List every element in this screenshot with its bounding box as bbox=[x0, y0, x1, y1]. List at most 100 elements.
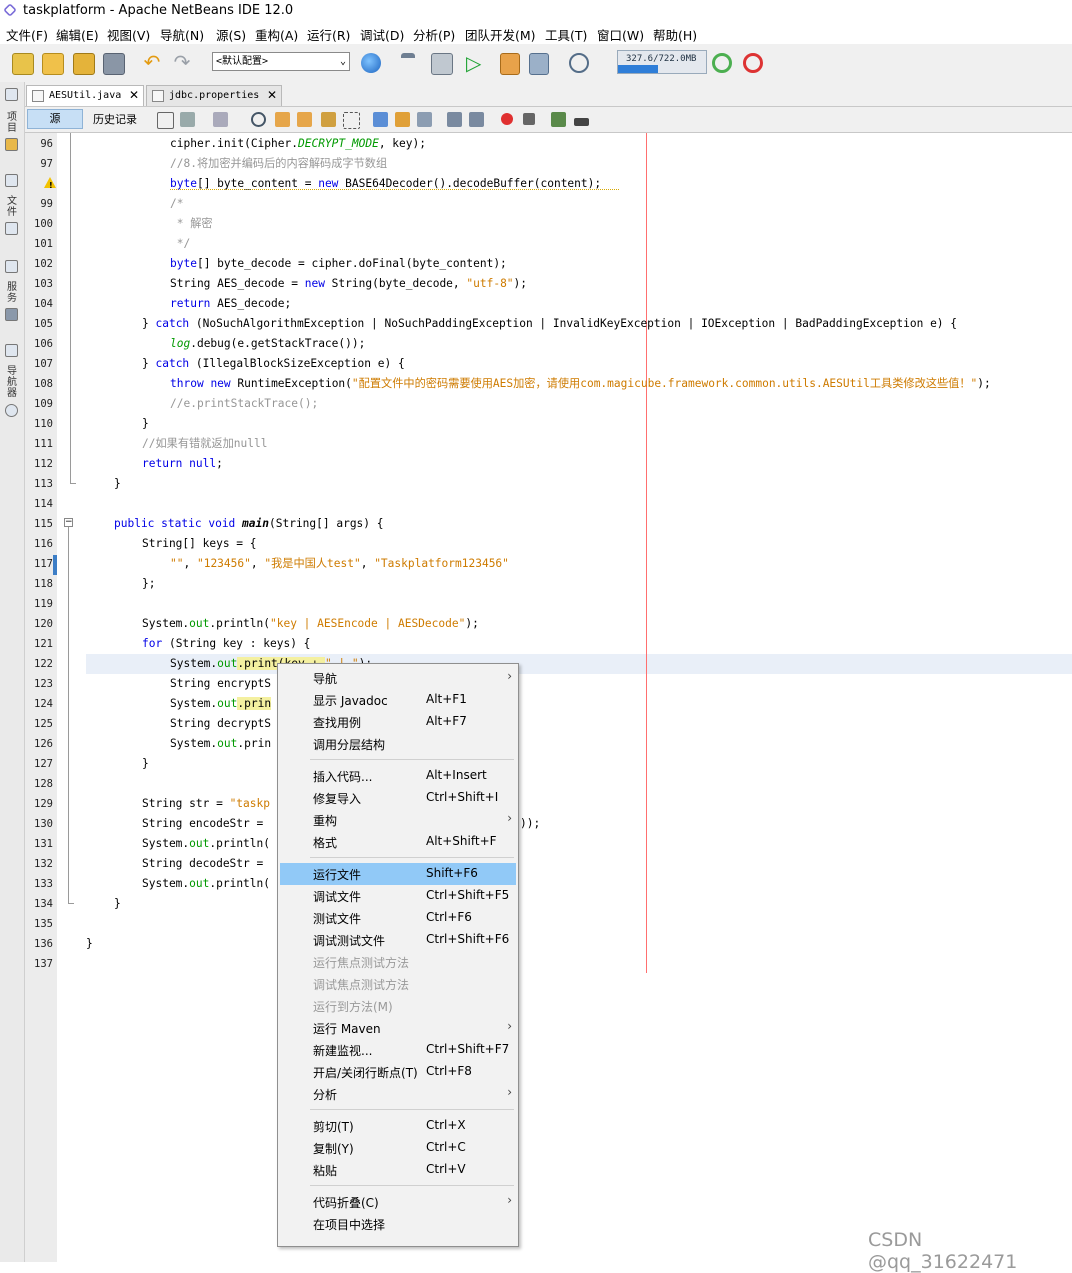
code-line-103[interactable]: String AES_decode = new String(byte_deco… bbox=[86, 274, 527, 294]
globe-icon[interactable] bbox=[361, 53, 381, 73]
line-number[interactable]: 135 bbox=[25, 914, 53, 934]
line-number[interactable]: 118 bbox=[25, 574, 53, 594]
restore-window-icon[interactable] bbox=[5, 344, 18, 357]
uncomment-icon[interactable] bbox=[574, 118, 589, 126]
gc-icon[interactable] bbox=[712, 53, 732, 73]
line-number[interactable]: 105 bbox=[25, 314, 53, 334]
back-icon[interactable] bbox=[180, 112, 195, 127]
restore-window-icon[interactable] bbox=[5, 174, 18, 187]
context-menu-item[interactable]: 调用分层结构 bbox=[280, 733, 516, 755]
next-bookmark-icon[interactable] bbox=[395, 112, 410, 127]
menu-tools[interactable]: 工具(T) bbox=[545, 25, 587, 44]
context-menu-item[interactable]: 调试测试文件 Ctrl+Shift+F6 bbox=[280, 929, 516, 951]
menu-profile[interactable]: 分析(P) bbox=[413, 25, 455, 44]
restore-window-icon[interactable] bbox=[5, 260, 18, 273]
line-number[interactable]: 129 bbox=[25, 794, 53, 814]
line-number[interactable]: 97 bbox=[25, 154, 53, 174]
code-line-121[interactable]: for (String key : keys) { bbox=[86, 634, 310, 654]
redo-icon[interactable]: ↷ bbox=[172, 52, 192, 73]
files-icon[interactable] bbox=[5, 222, 18, 235]
rect-select-icon[interactable] bbox=[343, 112, 360, 129]
line-number[interactable]: 130 bbox=[25, 814, 53, 834]
menu-refactor[interactable]: 重构(A) bbox=[255, 25, 298, 44]
line-number[interactable]: 114 bbox=[25, 494, 53, 514]
menu-navigate[interactable]: 导航(N) bbox=[160, 25, 204, 44]
code-line-107[interactable]: } catch (IllegalBlockSizeException e) { bbox=[86, 354, 405, 374]
line-number[interactable]: 122 bbox=[25, 654, 53, 674]
profile-icon[interactable] bbox=[569, 53, 589, 73]
line-number[interactable]: 111 bbox=[25, 434, 53, 454]
find-icon[interactable] bbox=[251, 112, 266, 127]
context-menu-item[interactable]: 在项目中选择 bbox=[280, 1213, 516, 1235]
services-icon[interactable] bbox=[5, 308, 18, 321]
tab-jdbc-properties[interactable]: jdbc.properties ✕ bbox=[146, 85, 282, 106]
context-menu-item[interactable]: 运行 Maven › bbox=[280, 1017, 516, 1039]
context-menu-item[interactable]: 分析 › bbox=[280, 1083, 516, 1105]
code-line-125[interactable]: String decryptS bbox=[86, 714, 271, 734]
sidebar-item-files[interactable]: 文件 bbox=[4, 196, 20, 218]
close-icon[interactable]: ✕ bbox=[267, 86, 277, 105]
find-next-icon[interactable] bbox=[297, 112, 312, 127]
line-number[interactable]: 96 bbox=[25, 134, 53, 154]
projects-icon[interactable] bbox=[5, 138, 18, 151]
stop-profile-icon[interactable] bbox=[743, 53, 763, 73]
menu-run[interactable]: 运行(R) bbox=[307, 25, 350, 44]
context-menu-item[interactable]: 新建监视... Ctrl+Shift+F7 bbox=[280, 1039, 516, 1061]
toggle-highlight-icon[interactable] bbox=[321, 112, 336, 127]
line-number[interactable]: 119 bbox=[25, 594, 53, 614]
menu-debug[interactable]: 调试(D) bbox=[360, 25, 404, 44]
context-menu-item[interactable]: 剪切(T) Ctrl+X bbox=[280, 1115, 516, 1137]
close-icon[interactable]: ✕ bbox=[129, 86, 139, 105]
code-line-124[interactable]: System.out.prin bbox=[86, 694, 272, 714]
line-number[interactable]: 116 bbox=[25, 534, 53, 554]
code-line-123[interactable]: String encryptS bbox=[86, 674, 271, 694]
line-number[interactable]: 117 bbox=[25, 554, 53, 574]
code-line-118[interactable]: }; bbox=[86, 574, 155, 594]
code-line-112[interactable]: return null; bbox=[86, 454, 223, 474]
context-menu-item[interactable]: 粘贴 Ctrl+V bbox=[280, 1159, 516, 1181]
line-number[interactable]: 137 bbox=[25, 954, 53, 974]
tab-aesutil-java[interactable]: AESUtil.java ✕ bbox=[26, 85, 144, 106]
context-menu-item[interactable]: 开启/关闭行断点(T) Ctrl+F8 bbox=[280, 1061, 516, 1083]
code-line-113[interactable]: } bbox=[86, 474, 121, 494]
line-number[interactable]: 136 bbox=[25, 934, 53, 954]
code-line-132[interactable]: String decodeStr = bbox=[86, 854, 270, 874]
line-number[interactable]: 131 bbox=[25, 834, 53, 854]
code-line-131[interactable]: System.out.println( bbox=[86, 834, 270, 854]
context-menu-item[interactable]: 运行文件 Shift+F6 bbox=[280, 863, 516, 885]
step-icon[interactable] bbox=[529, 53, 549, 75]
code-line-130[interactable]: String encodeStr = bbox=[86, 814, 270, 834]
code-line-100[interactable]: * 解密 bbox=[86, 214, 213, 234]
code-line-130-tail[interactable]: )); bbox=[520, 814, 540, 834]
menu-source[interactable]: 源(S) bbox=[216, 25, 246, 44]
line-number[interactable]: 101 bbox=[25, 234, 53, 254]
code-line-111[interactable]: //如果有错就返加nulll bbox=[86, 434, 267, 454]
line-number[interactable]: 104 bbox=[25, 294, 53, 314]
line-number[interactable]: 125 bbox=[25, 714, 53, 734]
code-line-97[interactable]: //8.将加密并编码后的内容解码成字节数组 bbox=[86, 154, 387, 174]
navigator-icon[interactable] bbox=[5, 404, 18, 417]
code-line-102[interactable]: byte[] byte_decode = cipher.doFinal(byte… bbox=[86, 254, 507, 274]
code-line-101[interactable]: */ bbox=[86, 234, 190, 254]
code-line-108[interactable]: throw new RuntimeException("配置文件中的密码需要使用… bbox=[86, 374, 991, 394]
menu-edit[interactable]: 编辑(E) bbox=[56, 25, 99, 44]
line-number[interactable]: 110 bbox=[25, 414, 53, 434]
debug-project-icon[interactable] bbox=[500, 53, 520, 75]
line-number[interactable]: 128 bbox=[25, 774, 53, 794]
line-number[interactable]: 133 bbox=[25, 874, 53, 894]
code-line-133[interactable]: System.out.println( bbox=[86, 874, 270, 894]
context-menu-item[interactable]: 查找用例 Alt+F7 bbox=[280, 711, 516, 733]
clean-build-icon[interactable] bbox=[431, 53, 453, 75]
context-menu-item[interactable]: 格式 Alt+Shift+F bbox=[280, 831, 516, 853]
menu-file[interactable]: 文件(F) bbox=[6, 25, 48, 44]
line-number[interactable]: 103 bbox=[25, 274, 53, 294]
line-number[interactable]: 113 bbox=[25, 474, 53, 494]
context-menu-item[interactable]: 修复导入 Ctrl+Shift+I bbox=[280, 787, 516, 809]
line-number[interactable]: 99 bbox=[25, 194, 53, 214]
configuration-select[interactable]: <默认配置> ⌄ bbox=[212, 52, 350, 71]
fold-toggle-icon[interactable]: − bbox=[64, 518, 73, 527]
code-line-96[interactable]: cipher.init(Cipher.DECRYPT_MODE, key); bbox=[86, 134, 426, 154]
restore-window-icon[interactable] bbox=[5, 88, 18, 101]
context-menu-item[interactable]: 重构 › bbox=[280, 809, 516, 831]
memory-indicator[interactable]: 327.6/722.0MB bbox=[617, 50, 707, 74]
